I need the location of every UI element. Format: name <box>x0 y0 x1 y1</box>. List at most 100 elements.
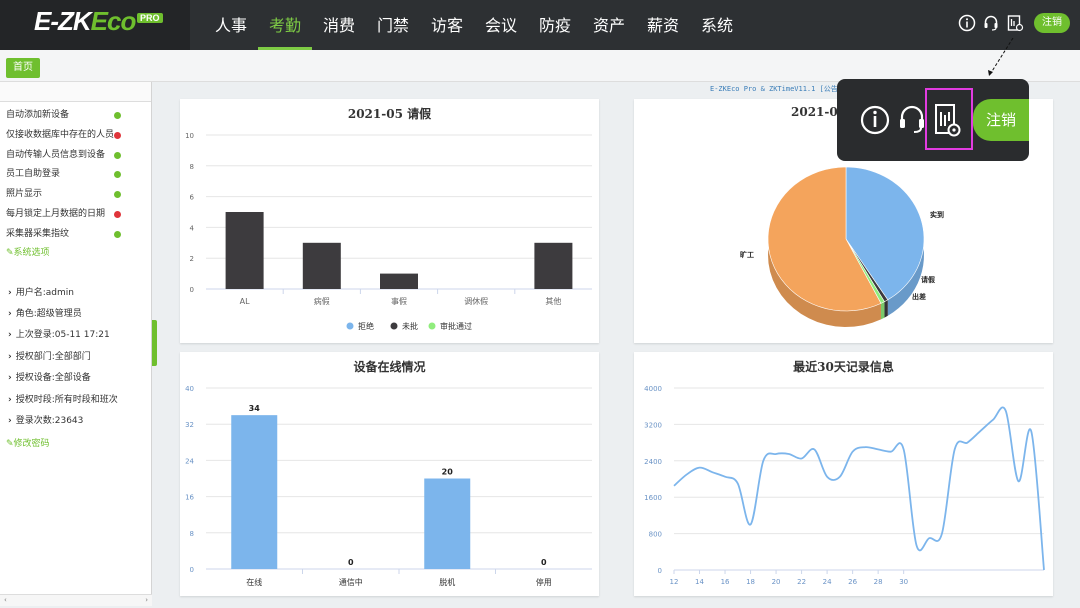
logo-pro-badge: PRO <box>137 13 163 23</box>
status-error-icon <box>114 210 121 218</box>
tab-home[interactable]: 首页 <box>6 58 40 78</box>
y-tick-label: 2400 <box>644 458 662 466</box>
device-chart-card: 设备在线情况 0 8 16 24 32 40 在线 34 通信中 0 脱机 20 停用 0 <box>180 352 599 596</box>
option-item-fingerprint: 采集器采集指纹 <box>6 225 151 245</box>
y-tick-label: 800 <box>649 531 662 539</box>
data-label: 0 <box>541 558 547 567</box>
x-tick-label: 调休假 <box>464 296 488 306</box>
nav-item-payroll[interactable]: 薪资 <box>636 0 690 50</box>
highlight-box <box>925 88 973 150</box>
leave-chart-card: 2021-05 请假 0 2 4 6 8 10 AL 病假 事假 调休假 其他 拒绝 未批 审批通过 <box>180 99 599 343</box>
info-login-count: 登录次数:23643 <box>8 411 151 432</box>
y-tick-label: 1600 <box>644 494 662 502</box>
legend-marker <box>428 322 436 330</box>
top-bar: E-ZKEco PRO 人事 考勤 消费 门禁 访客 会议 防疫 资产 薪资 系… <box>0 0 1080 50</box>
sidebar: 自动添加新设备 仅接收数据库中存在的人员 自动传输人员信息到设备 员工自助登录 … <box>0 82 152 606</box>
x-tick-label: 病假 <box>314 296 330 306</box>
sidebar-options-list: 自动添加新设备 仅接收数据库中存在的人员 自动传输人员信息到设备 员工自助登录 … <box>0 102 151 245</box>
pie-slice-side <box>880 301 885 320</box>
nav-item-attendance[interactable]: 考勤 <box>258 0 312 50</box>
option-label: 照片显示 <box>6 189 43 200</box>
bar <box>302 242 341 289</box>
x-tick-label: AL <box>240 297 250 306</box>
option-item-receive-existing-only: 仅接收数据库中存在的人员 <box>6 126 151 146</box>
bar <box>231 415 278 569</box>
y-tick-label: 16 <box>185 494 194 502</box>
sidebar-scrollbar[interactable]: ‹ › <box>0 594 152 606</box>
x-tick-label: 停用 <box>536 577 552 587</box>
legend-label: 未批 <box>402 321 418 331</box>
option-label: 自动传输人员信息到设备 <box>6 149 106 160</box>
y-tick-label: 6 <box>190 194 195 202</box>
records-chart-card: 最近30天记录信息 0 800 1600 2400 3200 4000 12 14 16 18 20… <box>634 352 1053 596</box>
popup-logout-button[interactable]: 注销 <box>973 99 1029 141</box>
option-item-auto-transfer: 自动传输人员信息到设备 <box>6 146 151 166</box>
headset-icon[interactable] <box>897 103 927 137</box>
x-tick-label: 28 <box>874 578 883 586</box>
y-tick-label: 0 <box>658 567 662 575</box>
data-label: 34 <box>249 404 261 413</box>
info-icon[interactable] <box>958 14 976 32</box>
bar <box>534 242 573 289</box>
leave-bar-chart: 0 2 4 6 8 10 AL 病假 事假 调休假 其他拒绝 未批 审批通过 <box>185 132 592 331</box>
option-label: 采集器采集指纹 <box>6 228 70 239</box>
bar <box>424 478 471 569</box>
report-settings-icon[interactable] <box>1006 14 1024 32</box>
nav-item-visitor[interactable]: 访客 <box>420 0 474 50</box>
status-ok-icon <box>114 112 121 119</box>
scroll-right-icon[interactable]: › <box>145 596 148 604</box>
notice-text[interactable]: E-ZKEco Pro & ZKTimeV11.1 [公告 <box>710 84 838 94</box>
x-tick-label: 其他 <box>545 296 561 306</box>
status-ok-icon <box>114 230 121 238</box>
change-password-link[interactable]: ✎修改密码 <box>0 436 151 452</box>
top-icons: 注销 <box>958 12 1070 34</box>
data-label: 0 <box>348 558 354 567</box>
data-label: 20 <box>442 468 454 477</box>
status-ok-icon <box>114 151 121 159</box>
y-tick-label: 24 <box>185 457 194 465</box>
callout-line <box>988 38 1014 77</box>
nav-item-personnel[interactable]: 人事 <box>204 0 258 50</box>
x-tick-label: 22 <box>797 578 806 586</box>
nav-item-access-control[interactable]: 门禁 <box>366 0 420 50</box>
nav-item-system[interactable]: 系统 <box>690 0 744 50</box>
x-tick-label: 16 <box>721 578 730 586</box>
option-label: 自动添加新设备 <box>6 110 70 120</box>
info-icon[interactable] <box>860 103 890 137</box>
x-tick-label: 20 <box>772 578 781 586</box>
scroll-left-icon[interactable]: ‹ <box>4 596 7 604</box>
y-tick-label: 8 <box>190 163 194 171</box>
sidebar-collapse-handle[interactable] <box>152 320 157 366</box>
legend-label: 审批通过 <box>440 321 472 331</box>
nav-item-consumption[interactable]: 消费 <box>312 0 366 50</box>
logout-button[interactable]: 注销 <box>1034 13 1070 33</box>
nav-item-epidemic[interactable]: 防疫 <box>528 0 582 50</box>
x-tick-label: 在线 <box>246 577 262 587</box>
x-tick-label: 14 <box>695 578 704 586</box>
system-options-link[interactable]: ✎系统选项 <box>0 245 151 261</box>
option-item-photo-display: 照片显示 <box>6 185 151 205</box>
records-line-chart: 0 800 1600 2400 3200 4000 12 14 16 18 20 22 24 26 28 30 <box>644 385 1045 586</box>
headset-icon[interactable] <box>982 14 1000 32</box>
nav-item-assets[interactable]: 资产 <box>582 0 636 50</box>
info-username: 用户名:admin <box>8 283 151 304</box>
option-label: 员工自助登录 <box>6 169 61 180</box>
bar <box>225 212 264 289</box>
option-item-monthly-lock: 每月锁定上月数据的日期 <box>6 205 151 225</box>
x-tick-label: 24 <box>823 578 832 586</box>
y-tick-label: 40 <box>185 385 194 393</box>
user-info-list: 用户名:admin 角色:超级管理员 上次登录:05-11 17:21 授权部门… <box>0 261 151 433</box>
y-tick-label: 2 <box>190 255 194 263</box>
tab-row: 首页 <box>0 50 1080 82</box>
x-tick-label: 事假 <box>391 296 407 306</box>
x-tick-label: 通信中 <box>339 577 363 587</box>
x-tick-label: 18 <box>746 578 755 586</box>
legend-label: 拒绝 <box>358 321 374 331</box>
y-tick-label: 0 <box>190 286 194 294</box>
y-tick-label: 8 <box>190 530 194 538</box>
info-auth-period: 授权时段:所有时段和班次 <box>8 390 151 411</box>
legend-marker <box>346 322 354 330</box>
x-tick-label: 30 <box>899 578 908 586</box>
nav-item-meeting[interactable]: 会议 <box>474 0 528 50</box>
y-tick-label: 4 <box>190 224 195 232</box>
